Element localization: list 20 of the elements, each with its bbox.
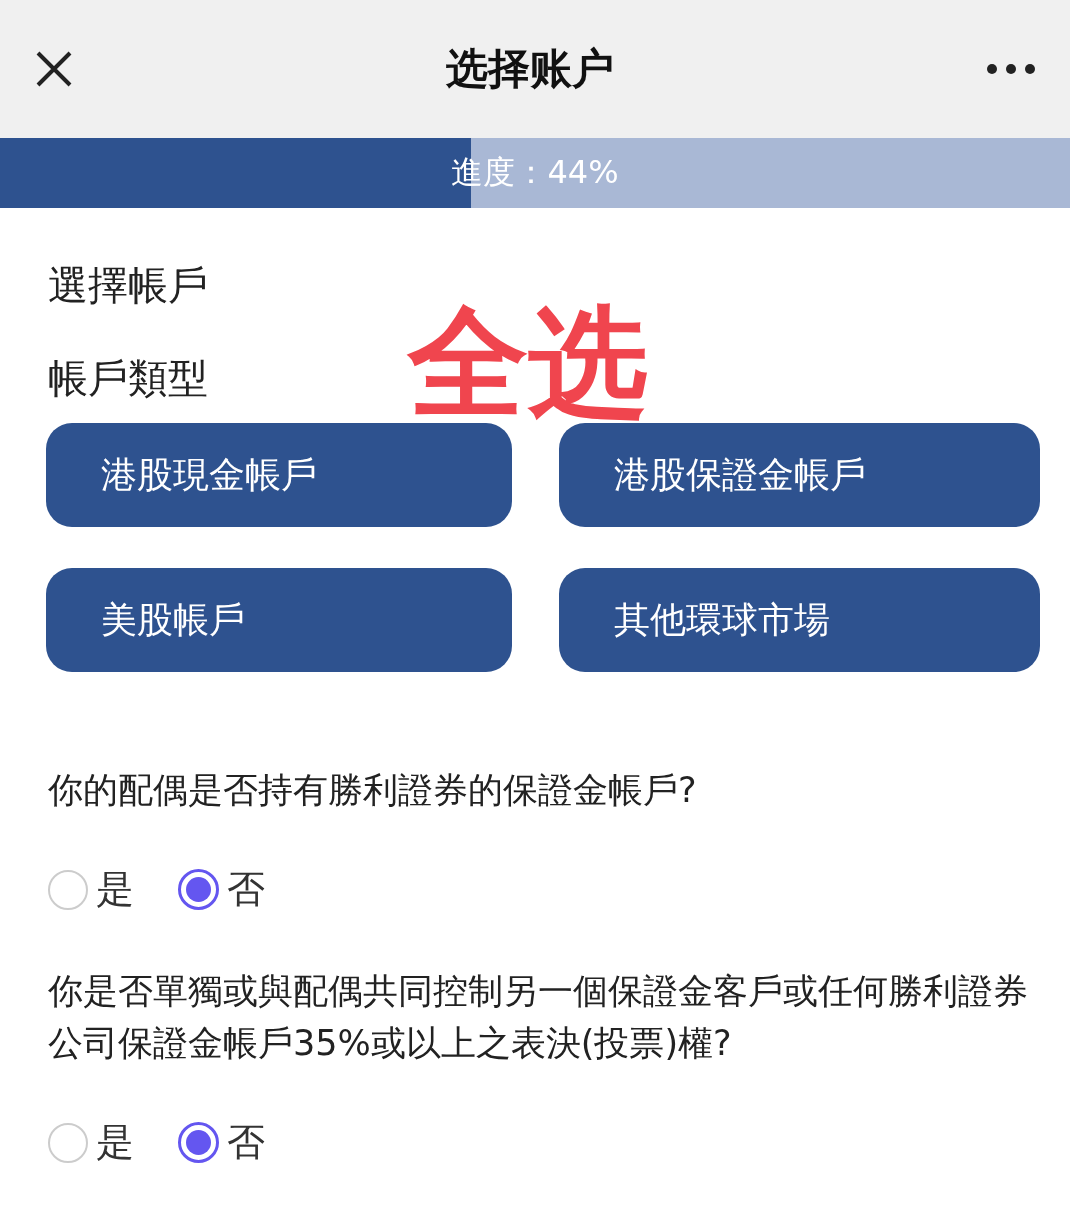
radio-label[interactable]: 是 <box>96 864 134 915</box>
radio-button[interactable] <box>178 1122 219 1163</box>
radio-label[interactable]: 否 <box>227 1117 265 1168</box>
close-button[interactable] <box>34 49 74 89</box>
field-label: 帳戶類型 <box>48 353 208 403</box>
account-type-button[interactable]: 港股現金帳戶 <box>46 423 512 527</box>
question-text: 你是否單獨或與配偶共同控制另一個保證金客戶或任何勝利證券公司保證金帳戶35%或以上之表決(投票)權? <box>48 970 1029 1065</box>
close-icon <box>34 49 74 89</box>
annotation-text: 全选 <box>408 303 648 423</box>
radio-button[interactable] <box>178 869 219 910</box>
more-icon <box>986 63 1036 75</box>
section-title: 選擇帳戶 <box>48 261 209 310</box>
window-title: 选择账户 <box>446 43 614 95</box>
more-button[interactable] <box>986 63 1036 75</box>
account-type-button[interactable]: 港股保證金帳戶 <box>559 423 1040 527</box>
account-type-button[interactable]: 其他環球市場 <box>559 568 1040 672</box>
question-text: 你的配偶是否持有勝利證券的保證金帳戶? <box>48 769 698 812</box>
radio-label[interactable]: 否 <box>227 864 265 915</box>
radio-label[interactable]: 是 <box>96 1117 134 1168</box>
account-type-button[interactable]: 美股帳戶 <box>46 568 512 672</box>
